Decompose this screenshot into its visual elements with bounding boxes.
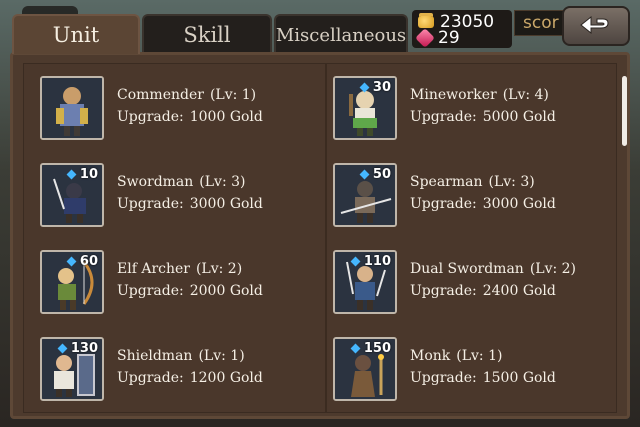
- unit-cost: 150: [350, 341, 391, 356]
- upgrade-label: Upgrade:: [410, 283, 477, 299]
- unit-name: Mineworker: [410, 87, 497, 103]
- unit-card-mineworker[interactable]: 30 Mineworker (Lv: 4) Upgrade: 5000 Gold: [333, 76, 619, 146]
- unit-list[interactable]: Commender (Lv: 1) Upgrade: 1000 Gold 30 Mi…: [23, 63, 627, 413]
- upgrade-cost: 5000 Gold: [482, 109, 556, 125]
- unit-info: Commender (Lv: 1) Upgrade: 1000 Gold: [117, 84, 263, 128]
- upgrade-label: Upgrade:: [117, 196, 184, 212]
- unit-name: Elf Archer: [117, 261, 190, 277]
- unit-level: (Lv: 2): [195, 261, 243, 277]
- upgrade-label: Upgrade:: [410, 370, 477, 386]
- unit-level: (Lv: 3): [488, 174, 535, 190]
- resource-panel: 23050 29: [412, 10, 512, 48]
- unit-cost: 30: [359, 80, 391, 95]
- upgrade-cost: 2400 Gold: [482, 283, 556, 299]
- gem-icon: [350, 256, 361, 267]
- unit-card-monk[interactable]: 150 Monk (Lv: 1) Upgrade: 1500 Gold: [333, 337, 619, 407]
- unit-cost: 110: [350, 254, 391, 269]
- scrollbar[interactable]: [622, 76, 627, 146]
- swordman-icon: 10: [40, 163, 104, 227]
- unit-name: Spearman: [410, 174, 483, 190]
- unit-card-commender[interactable]: Commender (Lv: 1) Upgrade: 1000 Gold: [40, 76, 326, 146]
- unit-cost: 60: [66, 254, 98, 269]
- upgrade-label: Upgrade:: [117, 283, 184, 299]
- dual-swordman-icon: 110: [333, 250, 397, 314]
- unit-name: Swordman: [117, 174, 194, 190]
- gem-counter: 29: [415, 28, 460, 48]
- unit-card-elf-archer[interactable]: 60 Elf Archer (Lv: 2) Upgrade: 2000 Gold: [40, 250, 326, 320]
- unit-level: (Lv: 1): [209, 87, 257, 103]
- unit-level: (Lv: 4): [502, 87, 549, 103]
- gem-amount: 29: [438, 28, 460, 48]
- unit-cost: 10: [66, 167, 98, 182]
- unit-info: Dual Swordman (Lv: 2) Upgrade: 2400 Gold: [410, 258, 576, 302]
- upgrade-cost: 3000 Gold: [189, 196, 263, 212]
- score-label: scor: [514, 10, 566, 36]
- unit-card-spearman[interactable]: 50 Spearman (Lv: 3) Upgrade: 3000 Gold: [333, 163, 619, 233]
- unit-info: Elf Archer (Lv: 2) Upgrade: 2000 Gold: [117, 258, 263, 302]
- tab-miscellaneous[interactable]: Miscellaneous: [274, 14, 408, 54]
- commander-icon: [40, 76, 104, 140]
- gem-icon: [350, 343, 361, 354]
- mineworker-icon: 30: [333, 76, 397, 140]
- upgrade-label: Upgrade:: [410, 196, 477, 212]
- unit-info: Shieldman (Lv: 1) Upgrade: 1200 Gold: [117, 345, 263, 389]
- unit-card-swordman[interactable]: 10 Swordman (Lv: 3) Upgrade: 3000 Gold: [40, 163, 326, 233]
- unit-cost: 50: [359, 167, 391, 182]
- back-arrow-icon: [580, 15, 609, 35]
- upgrade-cost: 1200 Gold: [189, 370, 263, 386]
- gem-icon: [359, 82, 370, 93]
- upgrade-label: Upgrade:: [117, 109, 184, 125]
- unit-panel: Commender (Lv: 1) Upgrade: 1000 Gold 30 Mi…: [10, 52, 630, 419]
- upgrade-cost: 1000 Gold: [189, 109, 263, 125]
- spearman-icon: 50: [333, 163, 397, 227]
- gem-icon: [359, 169, 370, 180]
- unit-level: (Lv: 1): [456, 348, 503, 364]
- unit-card-shieldman[interactable]: 130 Shieldman (Lv: 1) Upgrade: 1200 Gold: [40, 337, 326, 407]
- upgrade-label: Upgrade:: [410, 109, 477, 125]
- shieldman-icon: 130: [40, 337, 104, 401]
- unit-name: Monk: [410, 348, 451, 364]
- unit-name: Dual Swordman: [410, 261, 524, 277]
- upgrade-label: Upgrade:: [117, 370, 184, 386]
- gem-icon: [66, 256, 77, 267]
- gold-coin-icon: [418, 16, 434, 28]
- unit-name: Shieldman: [117, 348, 193, 364]
- unit-level: (Lv: 2): [529, 261, 577, 277]
- unit-name: Commender: [117, 87, 204, 103]
- tab-unit[interactable]: Unit: [12, 14, 140, 54]
- upgrade-cost: 1500 Gold: [482, 370, 556, 386]
- unit-level: (Lv: 3): [199, 174, 246, 190]
- elf-archer-icon: 60: [40, 250, 104, 314]
- gem-icon: [57, 343, 68, 354]
- unit-info: Spearman (Lv: 3) Upgrade: 3000 Gold: [410, 171, 556, 215]
- unit-cost: 130: [57, 341, 98, 356]
- unit-card-dual-swordman[interactable]: 110 Dual Swordman (Lv: 2) Upgrade: 2400 Go…: [333, 250, 619, 320]
- back-button[interactable]: [562, 6, 630, 46]
- unit-level: (Lv: 1): [198, 348, 245, 364]
- unit-info: Mineworker (Lv: 4) Upgrade: 5000 Gold: [410, 84, 556, 128]
- monk-icon: 150: [333, 337, 397, 401]
- gem-icon: [415, 28, 435, 48]
- tab-skill[interactable]: Skill: [142, 14, 272, 54]
- upgrade-cost: 3000 Gold: [482, 196, 556, 212]
- unit-info: Monk (Lv: 1) Upgrade: 1500 Gold: [410, 345, 556, 389]
- upgrade-cost: 2000 Gold: [189, 283, 263, 299]
- gem-icon: [66, 169, 77, 180]
- unit-info: Swordman (Lv: 3) Upgrade: 3000 Gold: [117, 171, 263, 215]
